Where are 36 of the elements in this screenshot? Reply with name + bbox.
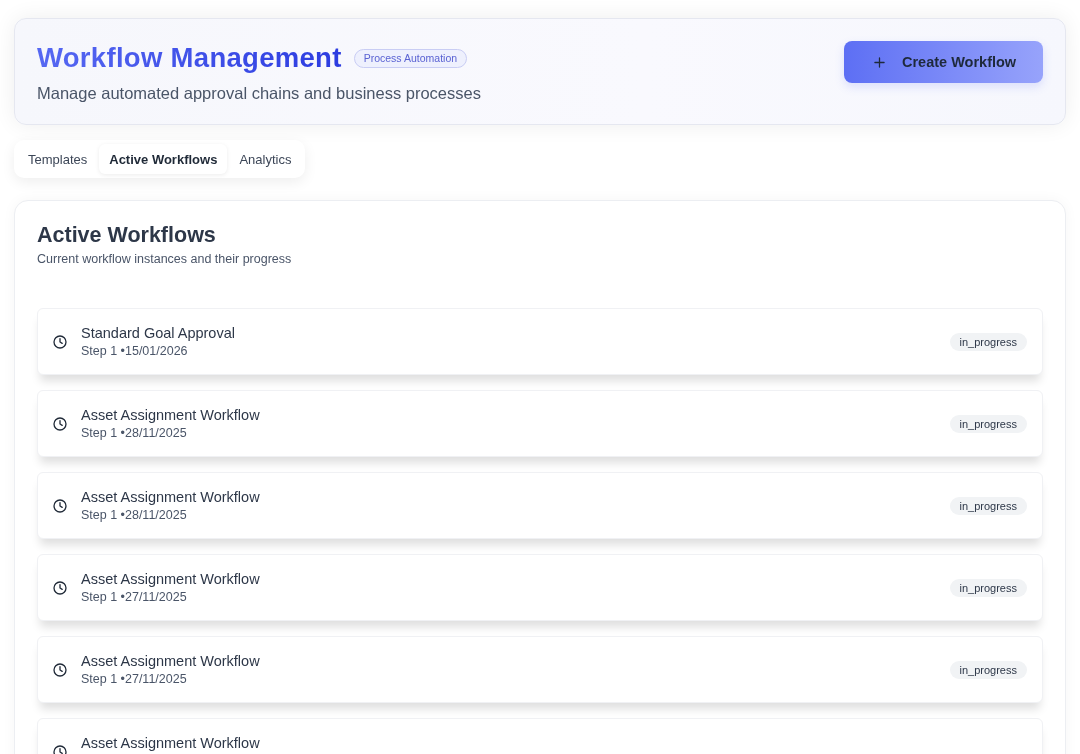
workflow-name: Asset Assignment Workflow: [81, 734, 261, 753]
tab[interactable]: Active Workflows: [99, 144, 228, 174]
workflow-name: Asset Assignment Workflow: [81, 652, 261, 671]
workflow-card[interactable]: Asset Assignment Workflow: [37, 718, 1043, 754]
workflow-step-date: Step 1 •28/11/2025: [81, 425, 188, 442]
workflow-step-date: Step 1 •27/11/2025: [81, 589, 188, 606]
workflow-name: Asset Assignment Workflow: [81, 570, 261, 589]
status-badge: in_progress: [949, 497, 1027, 515]
workflow-card[interactable]: Asset Assignment Workflow Step 1 •28/11/2025 in_progress: [37, 472, 1043, 539]
workflow-step-date: Step 1 •15/01/2026: [81, 343, 189, 360]
panel-title: Active Workflows: [37, 222, 217, 249]
workflow-name: Asset Assignment Workflow: [81, 488, 261, 507]
clock-icon: [53, 335, 67, 349]
workflow-name: Asset Assignment Workflow: [81, 406, 261, 425]
plus-icon: [874, 56, 885, 68]
workflow-step-date: Step 1 •28/11/2025: [81, 507, 188, 524]
category-badge: Process Automation: [353, 48, 468, 68]
status-badge: in_progress: [949, 415, 1027, 433]
clock-icon: [53, 417, 67, 431]
tab[interactable]: Analytics: [229, 144, 302, 174]
clock-icon: [53, 663, 67, 677]
status-badge: in_progress: [949, 579, 1027, 597]
workflow-step-date: Step 1 •27/11/2025: [81, 671, 188, 688]
workflow-card[interactable]: Asset Assignment Workflow Step 1 •27/11/2025 in_progress: [37, 636, 1043, 703]
workflow-name: Standard Goal Approval: [81, 324, 236, 343]
page-subtitle: Manage automated approval chains and business processes: [37, 83, 481, 103]
status-badge: in_progress: [949, 333, 1027, 351]
create-workflow-button[interactable]: Create Workflow: [844, 41, 1043, 83]
workflow-card[interactable]: Asset Assignment Workflow Step 1 •27/11/2025 in_progress: [37, 554, 1043, 621]
clock-icon: [53, 581, 67, 595]
tab[interactable]: Templates: [18, 144, 98, 174]
workflow-card[interactable]: Asset Assignment Workflow Step 1 •28/11/2025 in_progress: [37, 390, 1043, 457]
workflow-card[interactable]: Standard Goal Approval Step 1 •15/01/2026 in_progress: [37, 308, 1043, 375]
panel-subtitle: Current workflow instances and their progress: [37, 251, 293, 267]
clock-icon: [53, 499, 67, 513]
status-badge: in_progress: [949, 661, 1027, 679]
